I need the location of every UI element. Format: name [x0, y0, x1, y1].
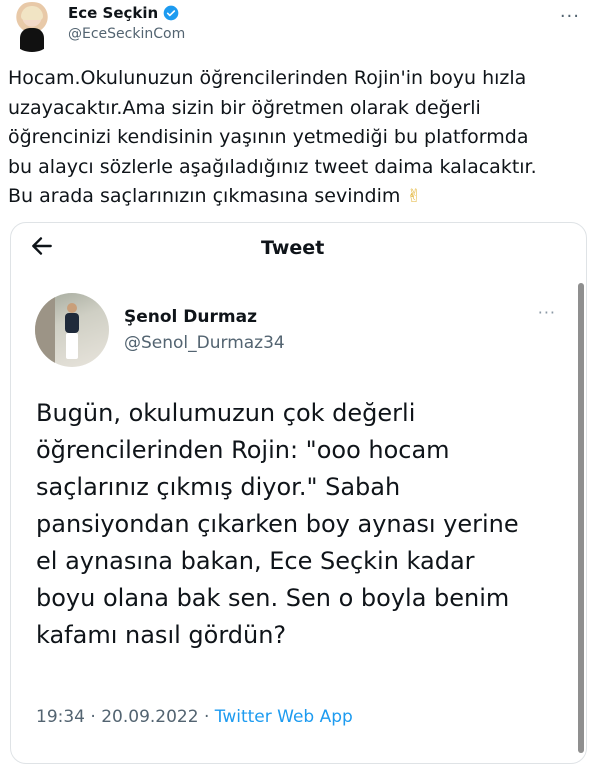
- quoted-tweet-text: Bugün, okulumuzun çok değerli öğrenciler…: [36, 399, 519, 649]
- verified-badge-icon: [163, 5, 179, 21]
- author-name[interactable]: Ece Seçkin: [68, 4, 179, 22]
- tweet-meta: 19:34 · 20.09.2022 · Twitter Web App: [36, 707, 353, 727]
- tweet-time[interactable]: 19:34: [36, 707, 85, 727]
- quoted-author-name[interactable]: Şenol Durmaz: [124, 307, 257, 327]
- scrollbar-thumb[interactable]: [578, 283, 584, 753]
- tweet-source-app[interactable]: Twitter Web App: [215, 707, 353, 727]
- avatar-person-head: [67, 303, 77, 313]
- quoted-author-handle[interactable]: @Senol_Durmaz34: [124, 333, 285, 353]
- avatar-person-legs: [66, 333, 78, 359]
- card-title: Tweet: [261, 237, 325, 259]
- meta-separator-2: ·: [203, 707, 210, 727]
- card-header: Tweet: [11, 223, 586, 273]
- tweet-date[interactable]: 20.09.2022: [101, 707, 198, 727]
- outer-tweet-header: Ece Seçkin @EceSeckinCom ···: [0, 0, 600, 60]
- quoted-tweet-card[interactable]: Tweet Şenol Durmaz @Senol_Durmaz34 ··· B…: [10, 222, 587, 764]
- avatar-person-body: [65, 313, 79, 333]
- author-name-text: Ece Seçkin: [68, 4, 159, 22]
- avatar-wall: [35, 293, 55, 367]
- victory-hand-emoji-icon: ✌: [406, 186, 422, 207]
- more-options-icon[interactable]: ···: [560, 6, 580, 27]
- author-avatar[interactable]: [7, 2, 57, 52]
- avatar-dress: [20, 28, 44, 52]
- author-handle[interactable]: @EceSeckinCom: [68, 26, 185, 42]
- quoted-author-avatar[interactable]: [35, 293, 109, 367]
- scrollbar[interactable]: [578, 283, 584, 753]
- arrow-left-icon[interactable]: [29, 233, 55, 259]
- tweet-text: Hocam.Okulunuzun öğrencilerinden Rojin'i…: [8, 64, 593, 212]
- avatar-hair: [21, 6, 43, 20]
- meta-separator: ·: [90, 707, 96, 727]
- tweet-text-body: Hocam.Okulunuzun öğrencilerinden Rojin'i…: [8, 67, 537, 207]
- quoted-more-options-icon[interactable]: ···: [538, 303, 556, 322]
